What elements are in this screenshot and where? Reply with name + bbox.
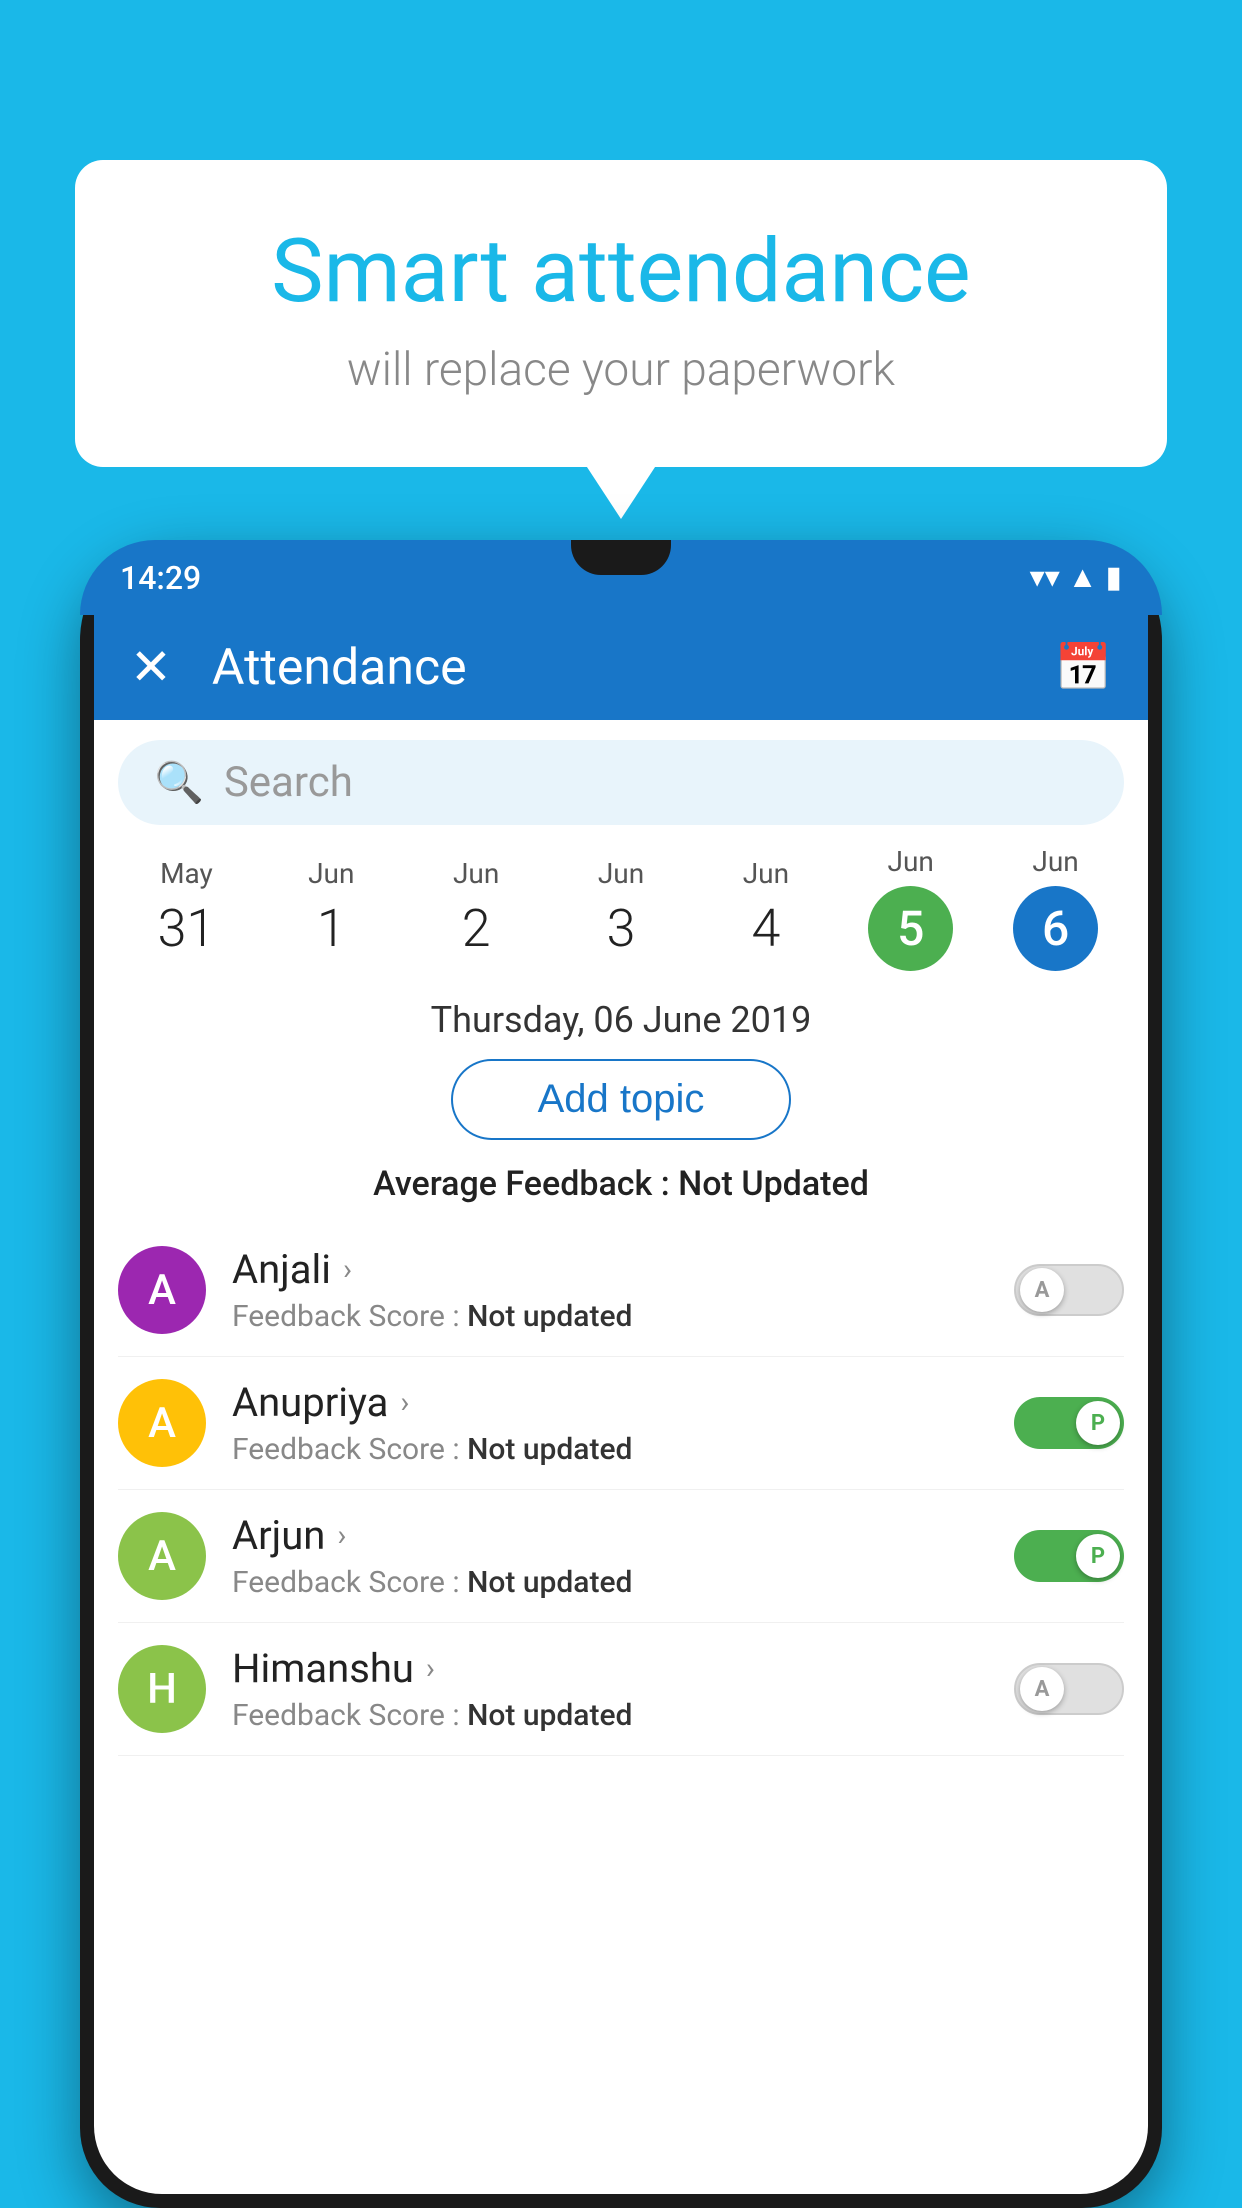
toggle-wrap-0[interactable]: A — [1014, 1264, 1124, 1316]
speech-bubble: Smart attendance will replace your paper… — [75, 160, 1167, 467]
student-item-1[interactable]: A Anupriya› Feedback Score : Not updated P — [118, 1357, 1124, 1490]
cal-date-5: 5 — [868, 886, 953, 971]
toggle-knob-0: A — [1020, 1268, 1064, 1312]
status-time: 14:29 — [120, 559, 201, 597]
phone-frame: 14:29 ▾▾ ▲ ▮ ✕ Attendance 📅 🔍 Search May… — [80, 540, 1162, 2208]
notch — [571, 540, 671, 575]
cal-date-6: 6 — [1013, 886, 1098, 971]
cal-date-1: 1 — [259, 898, 404, 959]
student-avatar-1: A — [118, 1379, 206, 1467]
student-list: AAnjali›Feedback Score : Not updatedAAAn… — [94, 1224, 1148, 1756]
cal-month-0: May — [114, 857, 259, 890]
attendance-toggle-0[interactable]: A — [1014, 1264, 1124, 1316]
student-info-1: Anupriya› Feedback Score : Not updated — [232, 1379, 994, 1467]
student-avatar-2: A — [118, 1512, 206, 1600]
calendar-day-1[interactable]: Jun 1 — [259, 857, 404, 959]
cal-date-2: 2 — [404, 898, 549, 959]
add-topic-button[interactable]: Add topic — [451, 1059, 791, 1140]
calendar-day-2[interactable]: Jun 2 — [404, 857, 549, 959]
attendance-toggle-3[interactable]: A — [1014, 1663, 1124, 1715]
cal-month-4: Jun — [693, 857, 838, 890]
calendar-icon[interactable]: 📅 — [1055, 641, 1112, 695]
cal-month-5: Jun — [838, 845, 983, 878]
calendar-day-0[interactable]: May 31 — [114, 857, 259, 959]
status-icons: ▾▾ ▲ ▮ — [1030, 560, 1122, 595]
speech-bubble-subtext: will replace your paperwork — [125, 343, 1117, 397]
battery-icon: ▮ — [1105, 560, 1122, 595]
chevron-icon-2: › — [337, 1518, 346, 1553]
search-bar[interactable]: 🔍 Search — [118, 740, 1124, 825]
student-feedback-0: Feedback Score : Not updated — [232, 1299, 994, 1334]
student-info-0: Anjali› Feedback Score : Not updated — [232, 1246, 994, 1334]
toggle-wrap-3[interactable]: A — [1014, 1663, 1124, 1715]
chevron-icon-3: › — [426, 1651, 435, 1686]
student-name-0: Anjali› — [232, 1246, 994, 1293]
cal-month-1: Jun — [259, 857, 404, 890]
toggle-wrap-1[interactable]: P — [1014, 1397, 1124, 1449]
avg-feedback-prefix: Average Feedback : — [373, 1164, 678, 1204]
app-title: Attendance — [212, 639, 1055, 697]
toggle-knob-3: A — [1020, 1667, 1064, 1711]
student-feedback-2: Feedback Score : Not updated — [232, 1565, 994, 1600]
toggle-wrap-2[interactable]: P — [1014, 1530, 1124, 1582]
selected-date-label: Thursday, 06 June 2019 — [94, 999, 1148, 1041]
toggle-knob-1: P — [1076, 1401, 1120, 1445]
student-avatar-0: A — [118, 1246, 206, 1334]
calendar-day-4[interactable]: Jun 4 — [693, 857, 838, 959]
cal-month-3: Jun — [549, 857, 694, 890]
student-feedback-3: Feedback Score : Not updated — [232, 1698, 994, 1733]
calendar-row: May31Jun1Jun2Jun3Jun4Jun5Jun6 — [94, 845, 1148, 971]
student-name-2: Arjun› — [232, 1512, 994, 1559]
calendar-day-6[interactable]: Jun 6 — [983, 845, 1128, 971]
attendance-toggle-1[interactable]: P — [1014, 1397, 1124, 1449]
search-placeholder: Search — [224, 758, 353, 807]
cal-date-3: 3 — [549, 898, 694, 959]
phone-screen: ✕ Attendance 📅 🔍 Search May31Jun1Jun2Jun… — [94, 615, 1148, 2194]
attendance-toggle-2[interactable]: P — [1014, 1530, 1124, 1582]
cal-date-0: 31 — [114, 898, 259, 959]
avg-feedback-value: Not Updated — [678, 1164, 869, 1204]
wifi-icon: ▾▾ — [1030, 560, 1060, 595]
chevron-icon-1: › — [400, 1385, 409, 1420]
student-avatar-3: H — [118, 1645, 206, 1733]
student-feedback-1: Feedback Score : Not updated — [232, 1432, 994, 1467]
student-name-3: Himanshu› — [232, 1645, 994, 1692]
student-item-3[interactable]: H Himanshu› Feedback Score : Not updated A — [118, 1623, 1124, 1756]
calendar-day-5[interactable]: Jun 5 — [838, 845, 983, 971]
chevron-icon-0: › — [343, 1252, 352, 1287]
search-icon: 🔍 — [154, 759, 204, 806]
cal-month-2: Jun — [404, 857, 549, 890]
speech-bubble-headline: Smart attendance — [125, 220, 1117, 323]
calendar-day-3[interactable]: Jun 3 — [549, 857, 694, 959]
student-item-2[interactable]: A Arjun› Feedback Score : Not updated P — [118, 1490, 1124, 1623]
student-info-3: Himanshu› Feedback Score : Not updated — [232, 1645, 994, 1733]
cal-month-6: Jun — [983, 845, 1128, 878]
student-item-0[interactable]: A Anjali› Feedback Score : Not updated A — [118, 1224, 1124, 1357]
app-header: ✕ Attendance 📅 — [94, 615, 1148, 720]
signal-icon: ▲ — [1068, 560, 1098, 595]
status-bar: 14:29 ▾▾ ▲ ▮ — [80, 540, 1162, 615]
cal-date-4: 4 — [693, 898, 838, 959]
close-button[interactable]: ✕ — [130, 638, 172, 697]
student-name-1: Anupriya› — [232, 1379, 994, 1426]
toggle-knob-2: P — [1076, 1534, 1120, 1578]
student-info-2: Arjun› Feedback Score : Not updated — [232, 1512, 994, 1600]
avg-feedback: Average Feedback : Not Updated — [94, 1164, 1148, 1204]
